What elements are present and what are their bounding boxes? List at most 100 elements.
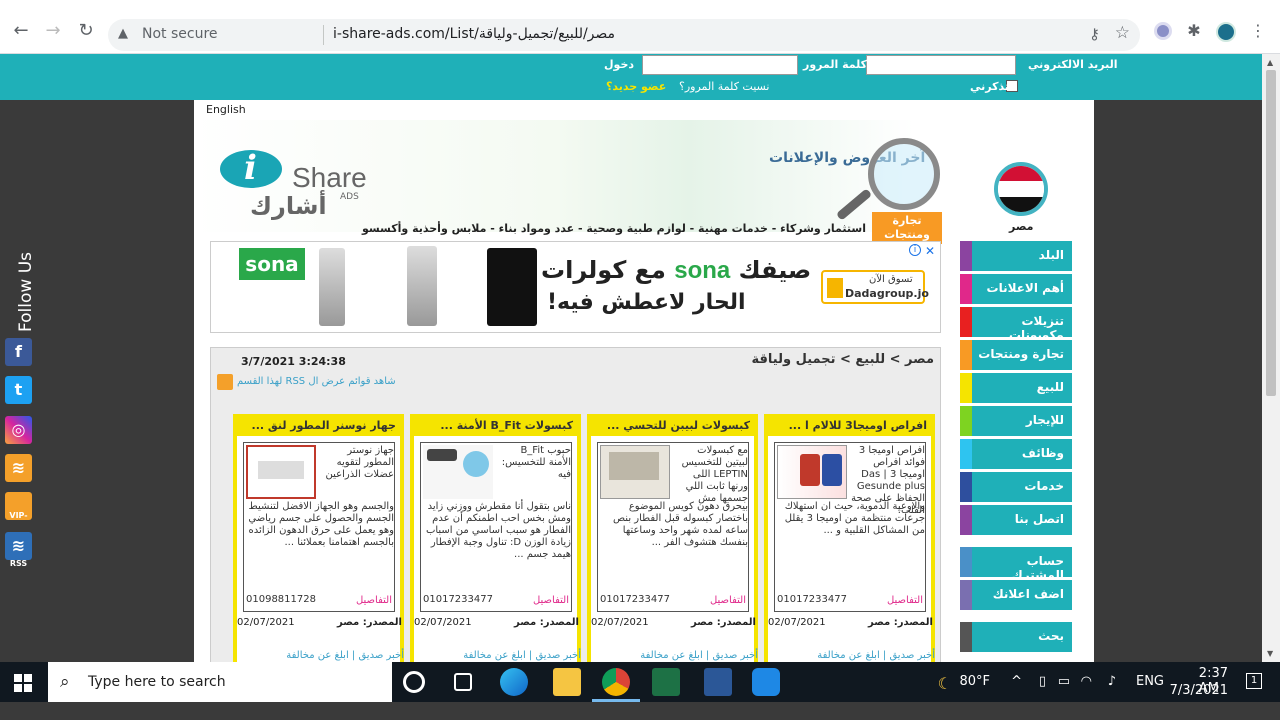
card-actions[interactable]: أخبر صديق | ابلغ عن مخالفة (410, 650, 581, 661)
login-button[interactable]: دخول (604, 58, 634, 71)
battery-icon[interactable]: ▭ (1058, 674, 1070, 689)
card-title[interactable]: كبسولات لبيبن للتحسي ... (591, 418, 754, 436)
details-link[interactable]: التفاصيل (710, 595, 746, 606)
leptin-product-image[interactable] (600, 445, 670, 499)
listing-card[interactable]: افراص اوميجا3 للالام ا ... افراص اوميجا … (764, 414, 935, 674)
rss-icon[interactable] (217, 374, 233, 390)
forgot-password-link[interactable]: نسيت كلمة المرور؟ (679, 80, 769, 93)
omega3-product-image[interactable] (777, 445, 847, 499)
ad-close-icon[interactable]: ✕ (925, 244, 935, 258)
password-field[interactable] (642, 55, 798, 75)
menu-item-add-ad[interactable]: اضف اعلانك (960, 580, 1072, 610)
chevron-up-icon[interactable]: ^ (1011, 674, 1022, 689)
menu-item-trade[interactable]: تجارة ومنتجات (960, 340, 1072, 370)
sona-logo[interactable]: sona (239, 248, 305, 280)
card-title[interactable]: جهار نوسنر المطور لنق ... (237, 418, 400, 436)
reload-icon[interactable]: ↻ (75, 20, 97, 42)
vip-rss-icon[interactable]: VIP-RSS (5, 492, 32, 568)
menu-item-top-ads[interactable]: أهم الاعلانات (960, 274, 1072, 304)
menu-item-contact[interactable]: اتصل بنا (960, 505, 1072, 535)
windows-start-icon[interactable] (14, 674, 32, 692)
back-icon[interactable]: ← (10, 20, 32, 42)
card-phone[interactable]: 01017233477 (423, 594, 493, 605)
details-link[interactable]: التفاصيل (356, 595, 392, 606)
rss-blue-icon[interactable]: ≋ (5, 532, 32, 560)
menu-item-jobs[interactable]: وظائف (960, 439, 1072, 469)
category-tab[interactable]: تجارة ومنتجات (872, 212, 942, 244)
ad-info-icon[interactable]: i (909, 244, 921, 256)
scroll-thumb[interactable] (1266, 70, 1276, 396)
search-placeholder[interactable]: Type here to search (88, 674, 226, 690)
address-bar[interactable]: ▲ Not secure i-share-ads.com/List/مصر/لل… (108, 19, 1140, 51)
input-language[interactable]: ENG (1136, 674, 1164, 689)
menu-item-search[interactable]: بحث (960, 622, 1072, 652)
bookmark-star-icon[interactable]: ☆ (1115, 23, 1130, 43)
clock-date[interactable]: 7/3/2021 (1170, 683, 1228, 698)
menu-dots-icon[interactable]: ⋮ (1247, 20, 1269, 42)
new-member-link[interactable]: عضو جديد؟ (606, 80, 666, 93)
profile-avatar[interactable] (1216, 22, 1236, 42)
taskbar-search[interactable]: ⌕ Type here to search (48, 662, 392, 702)
menu-item-for-sale[interactable]: للبيع (960, 373, 1072, 403)
email-field[interactable] (866, 55, 1016, 75)
facebook-icon[interactable]: f (5, 338, 32, 366)
details-link[interactable]: التفاصيل (533, 595, 569, 606)
listing-card[interactable]: كبسولات لبيبن للتحسي ... مع كبسولات لبيت… (587, 414, 758, 674)
language-link[interactable]: English (206, 103, 246, 116)
dadagroup-badge[interactable]: تسوق الآن Dadagroup.jo (821, 270, 929, 304)
device-product-image[interactable] (246, 445, 316, 499)
scroll-up-icon[interactable]: ▲ (1267, 58, 1273, 67)
menu-item-discounts[interactable]: تنزيلات وكوبونات (960, 307, 1072, 342)
file-explorer-icon[interactable] (553, 668, 581, 696)
security-label[interactable]: Not secure (142, 26, 218, 42)
card-phone[interactable]: 01017233477 (600, 594, 670, 605)
card-actions[interactable]: أخبر صديق | ابلغ عن مخالفة (587, 650, 758, 661)
cortana-icon[interactable] (403, 671, 425, 693)
listing-card[interactable]: كبسولات B_Fit الأمنة ... حبوب B_Fit الأم… (410, 414, 581, 674)
wifi-icon[interactable]: ◠ (1081, 674, 1092, 689)
url-text[interactable]: i-share-ads.com/List/مصر/للبيع/تجميل-ولي… (333, 26, 615, 42)
weather-temp[interactable]: 80°F (959, 674, 990, 689)
excel-icon[interactable] (652, 668, 680, 696)
listing-card[interactable]: جهار نوسنر المطور لنق ... جهاز نوستر الم… (233, 414, 404, 674)
ad-headline: صيفك sona مع كولرات (541, 256, 811, 285)
menu-item-for-rent[interactable]: للإيجار (960, 406, 1072, 436)
sona-ad[interactable]: sona صيفك sona مع كولرات الحار لاعطش فيه… (210, 241, 941, 333)
details-link[interactable]: التفاصيل (887, 595, 923, 606)
puzzle-icon[interactable]: ✱ (1183, 20, 1205, 42)
instagram-icon[interactable]: ◎ (5, 416, 32, 444)
card-title[interactable]: كبسولات B_Fit الأمنة ... (414, 418, 577, 436)
key-icon[interactable]: ⚷ (1089, 25, 1100, 43)
menu-label: تنزيلات وكوبونات (1008, 314, 1064, 342)
card-actions[interactable]: أخبر صديق | ابلغ عن مخالفة (764, 650, 935, 661)
teamviewer-icon[interactable] (752, 668, 780, 696)
category-links[interactable]: استثمار وشركاء - خدمات مهنية - لوازم طبي… (362, 222, 866, 235)
rss-icon[interactable]: ≋ (5, 454, 32, 482)
word-icon[interactable] (704, 668, 732, 696)
notification-icon[interactable]: 1 (1246, 673, 1262, 689)
card-title[interactable]: افراص اوميجا3 للالام ا ... (768, 418, 931, 436)
bfit-product-image[interactable] (423, 445, 493, 499)
twitter-icon[interactable]: t (5, 376, 32, 404)
rss-feed-link[interactable]: شاهد قوائم عرض ال RSS لهذا القسم (237, 376, 396, 387)
warning-icon[interactable]: ▲ (118, 26, 128, 41)
moon-weather-icon[interactable]: ☾ (938, 674, 952, 693)
meet-icon[interactable]: ▯ (1039, 674, 1046, 689)
edge-icon[interactable] (500, 668, 528, 696)
task-view-icon[interactable] (454, 673, 472, 691)
forward-icon[interactable]: → (42, 20, 64, 42)
menu-item-account[interactable]: حساب المشترك (960, 547, 1072, 582)
menu-item-services[interactable]: خدمات (960, 472, 1072, 502)
page-scrollbar[interactable]: ▲ ▼ (1262, 54, 1280, 662)
extension-icon[interactable] (1154, 22, 1172, 40)
card-phone[interactable]: 01017233477 (777, 594, 847, 605)
chrome-icon[interactable] (602, 668, 630, 696)
scroll-down-icon[interactable]: ▼ (1267, 649, 1273, 658)
breadcrumb[interactable]: مصر > للبيع > تجميل ولياقة (752, 352, 934, 367)
logo-text[interactable]: Share (292, 162, 367, 194)
card-actions[interactable]: أخبر صديق | ابلغ عن مخالفة (233, 650, 404, 661)
volume-icon[interactable]: ♪ (1108, 674, 1116, 689)
card-phone[interactable]: 01098811728 (246, 594, 316, 605)
menu-item-country[interactable]: البلد (960, 241, 1072, 271)
egypt-flag-icon[interactable] (994, 162, 1048, 216)
